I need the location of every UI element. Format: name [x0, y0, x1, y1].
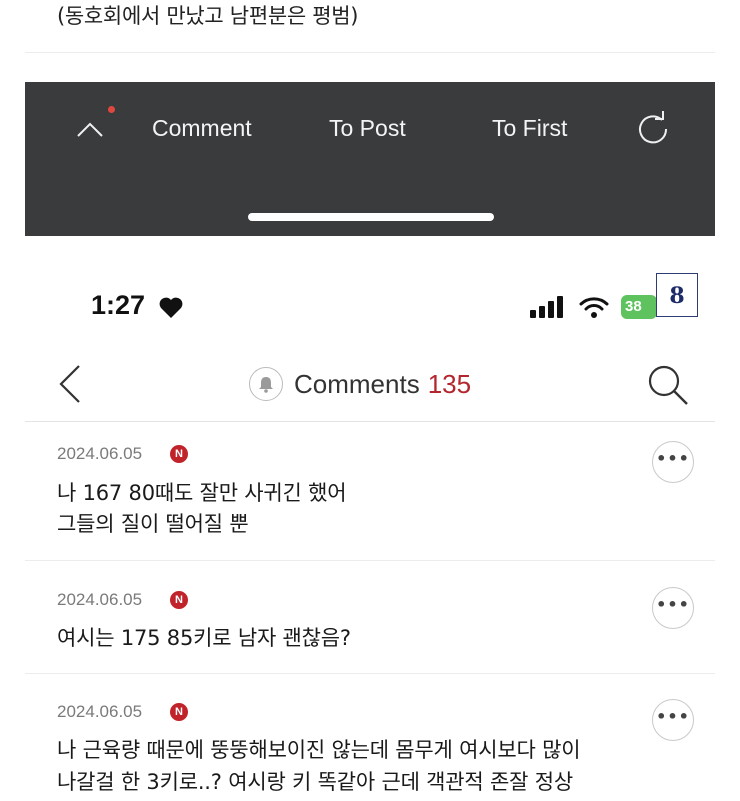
- more-options-button[interactable]: •••: [652, 699, 694, 741]
- comment-text-line: 나 167 80때도 잘만 사귀긴 했어: [57, 481, 347, 505]
- new-badge: N: [170, 445, 188, 463]
- cellular-signal-icon: [530, 296, 563, 318]
- comment-count: 135: [427, 368, 472, 399]
- comment-date: 2024.06.05: [57, 444, 143, 463]
- divider: [25, 673, 715, 674]
- to-post-button[interactable]: To Post: [329, 115, 406, 142]
- more-options-button[interactable]: •••: [652, 587, 694, 629]
- status-time: 1:27: [91, 290, 146, 320]
- divider: [25, 52, 715, 53]
- comment-text-line: 그들의 질이 떨어질 뿐: [57, 512, 249, 536]
- page-number-badge: 8: [656, 273, 698, 317]
- home-indicator: [248, 213, 494, 221]
- refresh-icon[interactable]: [634, 110, 672, 148]
- divider: [25, 560, 715, 561]
- comment-date: 2024.06.05: [57, 590, 143, 609]
- divider: [25, 421, 715, 422]
- chevron-up-icon[interactable]: [75, 116, 105, 140]
- wifi-icon: [579, 297, 609, 318]
- search-icon[interactable]: [645, 362, 691, 408]
- notification-dot: [108, 106, 115, 113]
- heart-icon: [159, 297, 183, 318]
- comment-text-line: 나 근육량 때문에 뚱뚱해보이진 않는데 몸무게 여시보다 많이: [57, 738, 581, 762]
- more-options-button[interactable]: •••: [652, 441, 694, 483]
- comment-toolbar: Comment To Post To First: [25, 82, 715, 236]
- back-arrow-icon[interactable]: [55, 362, 87, 406]
- to-first-button[interactable]: To First: [492, 115, 567, 142]
- new-badge: N: [170, 703, 188, 721]
- comment-text-line: 여시는 175 85키로 남자 괜찮음?: [57, 626, 351, 650]
- comments-title: Comments 135: [249, 367, 471, 401]
- comment-date: 2024.06.05: [57, 702, 143, 721]
- bell-icon[interactable]: [249, 367, 283, 401]
- battery-indicator: 38: [621, 295, 657, 319]
- post-text-snippet: (동호회에서 만났고 남편분은 평범): [57, 4, 359, 28]
- comment-text-line: 나갈걸 한 3키로..? 여시랑 키 똑같아 근데 객관적 존잘 정상: [57, 770, 573, 794]
- comment-button[interactable]: Comment: [152, 115, 252, 142]
- page-title: Comments: [294, 368, 420, 399]
- new-badge: N: [170, 591, 188, 609]
